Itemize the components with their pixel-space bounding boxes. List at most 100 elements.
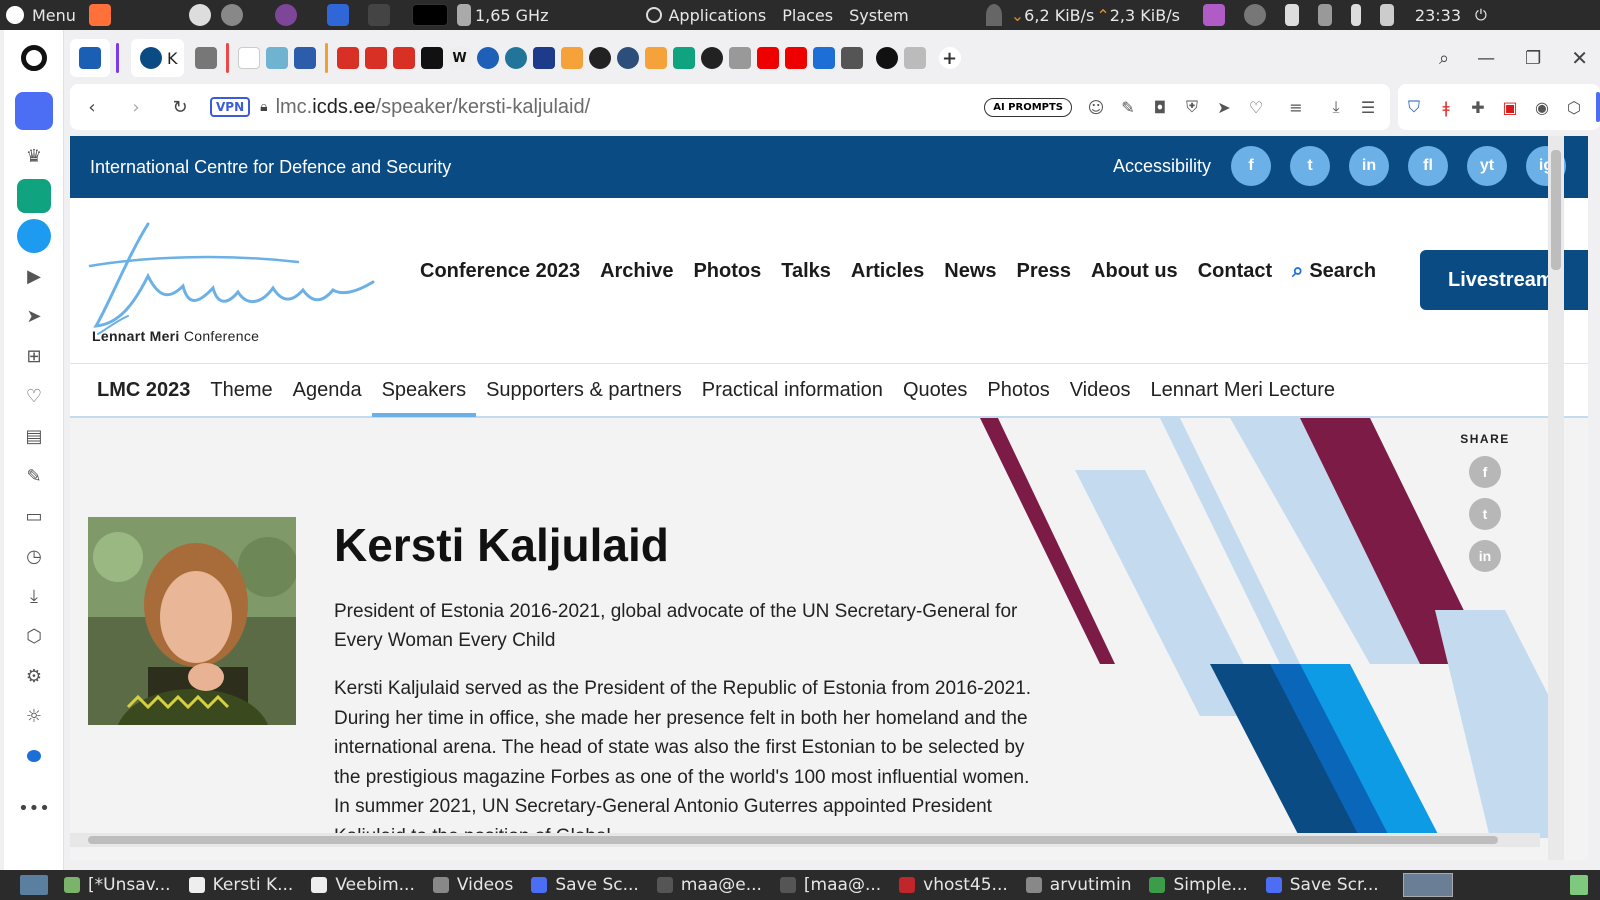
nav-press[interactable]: Press — [1017, 260, 1072, 283]
send-icon[interactable]: ➤ — [1208, 84, 1240, 130]
taskbar-item[interactable]: Simple... — [1143, 870, 1259, 900]
gmail-icon[interactable] — [392, 47, 415, 69]
applications-menu[interactable]: Applications — [646, 0, 766, 30]
taskbar-item[interactable]: [maa@... — [774, 870, 893, 900]
flag-icon[interactable] — [293, 47, 316, 69]
nav-photos[interactable]: Photos — [693, 260, 761, 283]
nav-contact[interactable]: Contact — [1198, 260, 1272, 283]
taskbar-item[interactable]: [*Unsav... — [58, 870, 183, 900]
subnav-supporters[interactable]: Supporters & partners — [486, 379, 682, 402]
v-shield-icon[interactable]: ⛉ — [1398, 84, 1430, 130]
settings-button[interactable]: ⚙ — [4, 656, 64, 696]
youtube-icon[interactable] — [756, 47, 779, 69]
estonia-flag-icon[interactable] — [420, 47, 443, 69]
clock[interactable]: 23:33 — [1415, 6, 1461, 25]
power-icon[interactable]: ⏻ — [1475, 6, 1487, 24]
map-icon[interactable] — [265, 47, 288, 69]
openai-icon[interactable] — [700, 47, 723, 69]
youtube-icon[interactable]: yt — [1467, 146, 1507, 186]
app-icon[interactable] — [532, 47, 555, 69]
horizontal-scroll-thumb[interactable] — [88, 836, 1498, 844]
twitter-icon[interactable]: t — [1290, 146, 1330, 186]
places-menu[interactable]: Places — [782, 0, 833, 30]
chatgpt-icon[interactable] — [672, 47, 695, 69]
settings-icon[interactable] — [220, 4, 243, 26]
security-icon[interactable] — [1243, 4, 1266, 26]
facebook-icon[interactable]: f — [1231, 146, 1271, 186]
emoji-icon[interactable]: ☺ — [1080, 84, 1112, 130]
nav-news[interactable]: News — [944, 260, 996, 283]
opera-logo-button[interactable] — [4, 30, 64, 86]
cube-ext-icon[interactable]: ⬡ — [1558, 84, 1590, 130]
pdf-ext-icon[interactable]: ▣ — [1494, 84, 1526, 130]
update-icon[interactable] — [188, 4, 211, 26]
shield-v-icon[interactable] — [79, 47, 101, 69]
gpt-ext-icon[interactable]: ◉ — [1526, 84, 1558, 130]
tor-icon[interactable] — [274, 4, 297, 26]
linkedin-icon[interactable]: in — [1349, 146, 1389, 186]
opera-launch-icon[interactable] — [326, 4, 349, 26]
google-icon[interactable] — [237, 47, 260, 69]
easy-setup-icon[interactable]: ≡ — [1272, 84, 1320, 130]
back-button[interactable]: ‹ — [70, 84, 114, 130]
rainbow-icon[interactable] — [560, 47, 583, 69]
subnav-practical-info[interactable]: Practical information — [702, 379, 883, 402]
org-name[interactable]: International Centre for Defence and Sec… — [90, 157, 451, 178]
lennart-meri-signature-logo[interactable] — [88, 216, 378, 346]
subnav-speakers[interactable]: Speakers — [371, 379, 476, 417]
reader-button[interactable] — [4, 86, 64, 136]
share-facebook-icon[interactable]: f — [1469, 456, 1501, 488]
taskbar-item[interactable]: Kersti K... — [183, 870, 306, 900]
cube-icon[interactable] — [903, 47, 926, 69]
show-desktop-icon[interactable] — [20, 875, 48, 895]
close-icon[interactable]: ✕ — [1571, 46, 1588, 70]
search-tabs-icon[interactable]: ⌕ — [1439, 48, 1449, 69]
taskbar-item[interactable]: Save Scr... — [1260, 870, 1391, 900]
notification-icon[interactable] — [1317, 4, 1332, 26]
gpt-icon[interactable] — [616, 47, 639, 69]
battery-icon[interactable] — [1350, 4, 1361, 26]
camera-icon[interactable]: ◘ — [1144, 84, 1176, 130]
network-icon[interactable] — [1284, 4, 1299, 26]
download-icon[interactable]: ⤓ — [1320, 84, 1352, 130]
nav-archive[interactable]: Archive — [600, 260, 673, 283]
os-menu[interactable]: Menu — [6, 0, 76, 30]
subnav-lecture[interactable]: Lennart Meri Lecture — [1150, 379, 1335, 402]
trash-icon[interactable] — [1570, 875, 1588, 895]
wikipedia-icon[interactable]: W — [448, 47, 471, 69]
apps-button[interactable]: ⊞ — [4, 336, 64, 376]
subnav-lmc-2023[interactable]: LMC 2023 — [97, 379, 190, 402]
nav-conference-2023[interactable]: Conference 2023 — [420, 260, 580, 283]
send-button[interactable]: ➤ — [4, 296, 64, 336]
firefox-icon[interactable] — [88, 4, 111, 26]
sidebar-toggle[interactable] — [1596, 92, 1600, 122]
heart-icon[interactable]: ♡ — [1240, 84, 1272, 130]
chat-button[interactable] — [4, 736, 64, 776]
wordpress-icon[interactable] — [504, 47, 527, 69]
vertical-scroll-thumb[interactable] — [1551, 150, 1561, 270]
wifi-icon[interactable] — [985, 4, 1002, 26]
forward-button[interactable]: › — [114, 84, 158, 130]
subnav-agenda[interactable]: Agenda — [293, 379, 362, 402]
taskbar-item[interactable]: Save Sc... — [525, 870, 650, 900]
taskbar-item[interactable]: vhost45... — [893, 870, 1020, 900]
puzzle-icon[interactable]: ✚ — [1462, 84, 1494, 130]
translate-icon[interactable]: ǂ — [1430, 84, 1462, 130]
nav-articles[interactable]: Articles — [851, 260, 924, 283]
taskbar-item[interactable]: arvutimin — [1020, 870, 1144, 900]
jt-icon[interactable] — [476, 47, 499, 69]
news-button[interactable]: ▤ — [4, 416, 64, 456]
gmail-icon[interactable] — [364, 47, 387, 69]
taskbar-item[interactable]: Videos — [427, 870, 526, 900]
volume-icon[interactable] — [1379, 4, 1394, 26]
subnav-photos[interactable]: Photos — [987, 379, 1049, 402]
share-linkedin-icon[interactable]: in — [1469, 540, 1501, 572]
tabs-button[interactable]: ▭ — [4, 496, 64, 536]
more-button[interactable]: ••• — [4, 788, 64, 828]
tabs-grid-icon[interactable] — [194, 47, 217, 69]
terminal-icon[interactable] — [367, 4, 390, 26]
url-field[interactable]: lmc.icds.ee/speaker/kersti-kaljulaid/ — [276, 96, 591, 119]
workspace-switcher[interactable] — [1402, 873, 1453, 897]
rainbow-icon[interactable] — [644, 47, 667, 69]
shield-icon[interactable]: ⛨ — [1176, 84, 1208, 130]
